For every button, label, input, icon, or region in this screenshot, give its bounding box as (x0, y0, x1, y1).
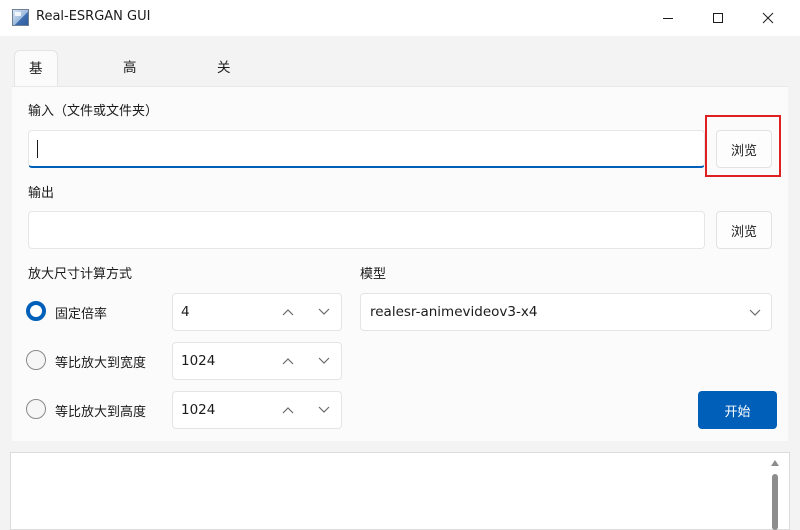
spin-up-button[interactable] (273, 294, 303, 330)
text-caret (37, 140, 38, 158)
radio-fixed-ratio-label: 固定倍率 (55, 307, 108, 322)
title-bar: Real-ESRGAN GUI (0, 0, 800, 36)
chevron-up-icon (282, 309, 294, 316)
spin-up-button[interactable] (273, 343, 303, 379)
start-label: 开始 (724, 404, 751, 420)
log-output-area[interactable] (10, 452, 790, 530)
model-select-value: realesr-animevideov3-x4 (370, 304, 538, 320)
chevron-down-icon (318, 357, 330, 364)
spinbox-value: 1024 (181, 353, 216, 369)
window-title: Real-ESRGAN GUI (36, 9, 151, 24)
radio-scale-to-height-label: 等比放大到高度 (55, 405, 147, 420)
width-spinbox[interactable]: 1024 (172, 342, 342, 380)
scale-ratio-spinbox[interactable]: 4 (172, 293, 342, 331)
model-label: 模型 (360, 267, 387, 282)
tab-advanced-settings[interactable]: 高级设定 (109, 50, 151, 184)
input-label: 输入（文件或文件夹） (28, 104, 159, 119)
spin-down-button[interactable] (309, 392, 339, 428)
scroll-up-arrow-icon[interactable] (770, 459, 780, 467)
browse-label: 浏览 (730, 224, 757, 240)
spin-up-button[interactable] (273, 392, 303, 428)
close-button[interactable] (743, 0, 793, 36)
highlight-box (705, 115, 781, 177)
close-icon (762, 12, 774, 24)
output-path-field[interactable] (28, 211, 705, 249)
chevron-down-icon (749, 309, 761, 316)
radio-scale-to-height[interactable] (26, 399, 46, 419)
output-label: 输出 (28, 186, 55, 201)
minimize-icon (663, 18, 673, 19)
minimize-button[interactable] (643, 0, 693, 36)
chevron-up-icon (282, 407, 294, 414)
input-path-field[interactable] (28, 130, 705, 168)
radio-scale-to-width-label: 等比放大到宽度 (55, 356, 147, 371)
radio-scale-to-width[interactable] (26, 350, 46, 370)
tab-about[interactable]: 关于 (203, 50, 245, 112)
output-browse-button[interactable]: 浏览 (716, 211, 772, 249)
spin-down-button[interactable] (309, 294, 339, 330)
maximize-icon (713, 13, 723, 23)
spin-down-button[interactable] (309, 343, 339, 379)
chevron-down-icon (318, 308, 330, 315)
tab-basic-settings[interactable]: 基本设定 (14, 50, 58, 185)
radio-fixed-ratio[interactable] (26, 301, 46, 321)
model-select[interactable]: realesr-animevideov3-x4 (360, 293, 772, 331)
chevron-up-icon (282, 358, 294, 365)
maximize-button[interactable] (693, 0, 743, 36)
spinbox-value: 1024 (181, 402, 216, 418)
scale-mode-label: 放大尺寸计算方式 (28, 267, 133, 282)
start-button[interactable]: 开始 (698, 391, 777, 429)
height-spinbox[interactable]: 1024 (172, 391, 342, 429)
scrollbar-thumb[interactable] (772, 474, 778, 530)
spinbox-value: 4 (181, 304, 190, 320)
app-icon (12, 9, 29, 26)
chevron-down-icon (318, 406, 330, 413)
